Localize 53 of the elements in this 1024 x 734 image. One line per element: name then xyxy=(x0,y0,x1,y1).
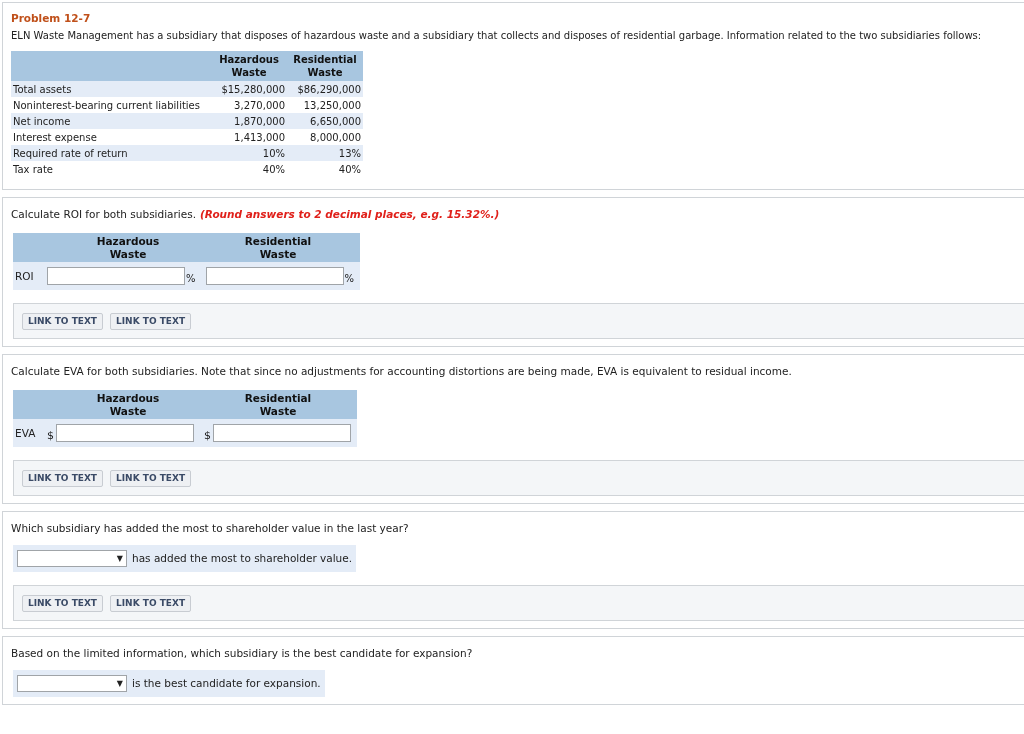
link-to-text-button[interactable]: LINK TO TEXT xyxy=(22,312,103,330)
table-cell-text: 13,250,000 xyxy=(302,98,362,112)
table-cell-text: Tax rate xyxy=(12,162,54,176)
table-cell-text: Noninterest-bearing current liabilities xyxy=(12,98,201,112)
column-header: Residential Waste xyxy=(243,391,313,418)
answer-field[interactable] xyxy=(213,424,351,442)
column-header: Hazardous Waste xyxy=(95,391,161,418)
table-cell-text: Total assets xyxy=(12,82,73,96)
table-cell-text: 3,270,000 xyxy=(233,98,286,112)
row-label: EVA xyxy=(14,426,37,440)
column-header: Hazardous Waste xyxy=(95,234,161,261)
column-header: Hazardous Waste xyxy=(218,53,280,79)
table-cell-text: 10% xyxy=(261,146,286,160)
rounding-note: (Round answers to 2 decimal places, e.g. 15.32%.) xyxy=(200,208,500,220)
row-label: ROI xyxy=(14,269,35,283)
column-header: Residential Waste xyxy=(243,234,313,261)
link-to-text-button[interactable]: LINK TO TEXT xyxy=(110,312,192,330)
table-cell-text: Required rate of return xyxy=(12,146,129,160)
answer-dropdown[interactable]: ▼ xyxy=(17,550,127,567)
link-to-text-button[interactable]: LINK TO TEXT xyxy=(22,594,103,612)
question-text: Based on the limited information, which subsidiary is the best candidate for expansion? xyxy=(11,647,473,659)
link-to-text-button[interactable]: LINK TO TEXT xyxy=(110,469,192,487)
answer-field[interactable] xyxy=(47,267,185,285)
table-cell-text: 1,870,000 xyxy=(233,114,286,128)
question-text: Calculate ROI for both subsidiaries. xyxy=(11,208,197,220)
table-cell-text: 6,650,000 xyxy=(309,114,362,128)
percent-sign: % xyxy=(344,272,355,285)
caret-icon: ▼ xyxy=(116,554,123,563)
table-cell-text: 40% xyxy=(261,162,286,176)
answer-field[interactable] xyxy=(56,424,194,442)
table-cell-text: 1,413,000 xyxy=(233,130,286,144)
currency-sign: $ xyxy=(47,429,54,442)
answer-dropdown[interactable]: ▼ xyxy=(17,675,127,692)
link-to-text-button[interactable]: LINK TO TEXT xyxy=(110,594,192,612)
answer-sentence: has added the most to shareholder value. xyxy=(132,552,353,565)
table-cell-text: 8,000,000 xyxy=(309,130,362,144)
table-cell-text: $15,280,000 xyxy=(220,82,286,96)
percent-sign: % xyxy=(186,272,196,285)
question-text: Which subsidiary has added the most to shareholder value in the last year? xyxy=(11,522,409,534)
problem-title: Problem 12-7 xyxy=(11,12,92,25)
currency-sign: $ xyxy=(204,429,211,442)
question-text: Calculate EVA for both subsidiaries. Note that since no adjustments for accounting distortions are being made, EVA is equivalent to residual income. xyxy=(11,365,792,377)
column-header: Residential Waste xyxy=(292,53,358,79)
table-cell-text: $86,290,000 xyxy=(296,82,362,96)
table-cell-text: Net income xyxy=(12,114,72,128)
answer-sentence: is the best candidate for expansion. xyxy=(132,677,321,690)
answer-field[interactable] xyxy=(205,267,344,285)
link-to-text-button[interactable]: LINK TO TEXT xyxy=(22,469,103,487)
table-cell-text: 13% xyxy=(337,146,362,160)
table-cell-text: 40% xyxy=(337,162,362,176)
table-cell-text: Interest expense xyxy=(12,130,98,144)
problem-intro: ELN Waste Management has a subsidiary that disposes of hazardous waste and a subsidiary that collects and disposes of residential garbage. Information related to the two subsidiaries follows: xyxy=(11,29,983,42)
caret-icon: ▼ xyxy=(116,679,123,688)
